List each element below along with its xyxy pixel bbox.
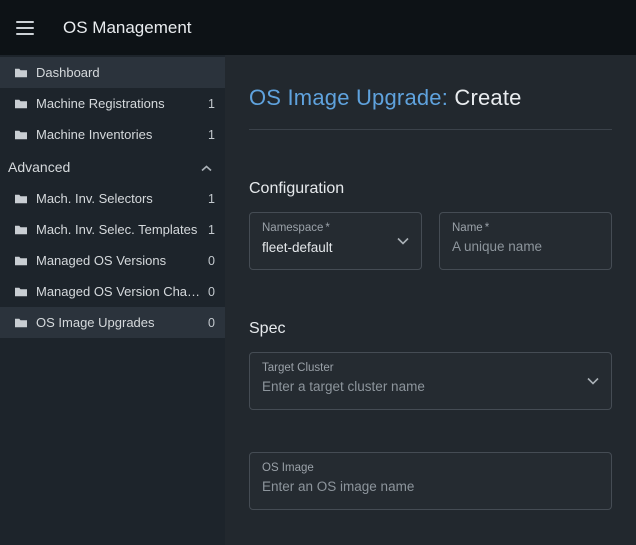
sidebar-item-machine-inventories[interactable]: Machine Inventories 1 [0,119,225,150]
page-title-action: Create [454,85,522,110]
item-count-badge: 0 [208,253,215,268]
title-divider [249,129,612,130]
os-image-input[interactable] [262,479,579,494]
sidebar-item-label: Dashboard [36,65,100,80]
namespace-select[interactable]: Namespace * fleet-default [249,212,422,270]
target-cluster-input[interactable] [262,379,579,394]
sidebar-item-managed-os-versions[interactable]: Managed OS Versions 0 [0,245,225,276]
sidebar-item-os-image-upgrades[interactable]: OS Image Upgrades 0 [0,307,225,338]
hamburger-menu-icon[interactable] [13,15,39,41]
chevron-up-icon[interactable] [201,159,212,175]
folder-icon [15,318,27,328]
configuration-heading: Configuration [249,180,345,197]
sidebar-item-mach-inv-selec-templates[interactable]: Mach. Inv. Selec. Templates 1 [0,214,225,245]
sidebar-item-label: Managed OS Versions [36,253,167,268]
main-content: OS Image Upgrade: Create Configuration N… [225,55,636,545]
sidebar-nav: Dashboard Machine Registrations 1 Machin… [0,55,225,545]
sidebar-item-mach-inv-selectors[interactable]: Mach. Inv. Selectors 1 [0,183,225,214]
sidebar-group-label: Advanced [8,158,71,175]
sidebar-item-dashboard[interactable]: Dashboard [0,57,225,88]
target-cluster-label: Target Cluster [262,362,334,374]
name-field[interactable]: Name * [439,212,612,270]
item-count-badge: 0 [208,315,215,330]
required-asterisk: * [484,222,490,234]
folder-icon [15,287,27,297]
folder-icon [15,225,27,235]
folder-icon [15,68,27,78]
configuration-form-row: Namespace * fleet-default Name * [249,212,612,270]
page-title: OS Image Upgrade: Create [249,85,612,111]
page-title-resource: OS Image Upgrade: [249,85,449,110]
os-image-field[interactable]: OS Image [249,452,612,510]
sidebar-item-label: Mach. Inv. Selec. Templates [36,222,198,237]
folder-icon [15,256,27,266]
name-input[interactable] [452,239,579,254]
item-count-badge: 1 [208,96,215,111]
item-count-badge: 1 [208,191,215,206]
required-asterisk: * [325,222,330,234]
os-image-label: OS Image [262,462,314,474]
folder-icon [15,99,27,109]
folder-icon [15,194,27,204]
name-label: Name * [452,222,490,234]
app-title: OS Management [63,17,192,37]
chevron-down-icon [587,377,599,385]
top-header: OS Management [0,0,636,55]
folder-icon [15,130,27,140]
target-cluster-select[interactable]: Target Cluster [249,352,612,410]
chevron-down-icon [397,237,409,245]
sidebar-item-label: Machine Registrations [36,96,165,111]
namespace-label: Namespace * [262,222,330,234]
item-count-badge: 1 [208,222,215,237]
item-count-badge: 1 [208,127,215,142]
sidebar-item-label: Managed OS Version Channels [36,284,203,299]
sidebar-item-machine-registrations[interactable]: Machine Registrations 1 [0,88,225,119]
sidebar-item-label: Machine Inventories [36,127,153,142]
sidebar-group-advanced[interactable]: Advanced [0,150,225,183]
sidebar-item-label: OS Image Upgrades [36,315,155,330]
item-count-badge: 0 [208,284,215,299]
spec-heading: Spec [249,320,286,337]
sidebar-item-label: Mach. Inv. Selectors [36,191,153,206]
namespace-value: fleet-default [262,240,333,255]
sidebar-item-managed-os-version-channels[interactable]: Managed OS Version Channels 0 [0,276,225,307]
app-window: OS Management Dashboard Machine Registra… [0,0,636,545]
